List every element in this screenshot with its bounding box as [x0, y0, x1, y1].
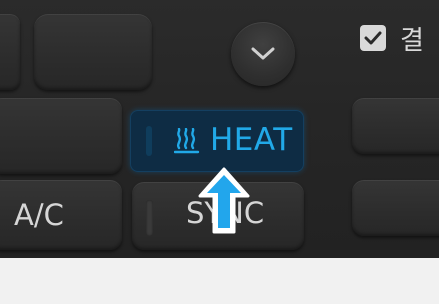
checkbox[interactable]	[360, 25, 386, 51]
heat-button-label: HEAT	[210, 122, 293, 158]
panel-key-middle-left[interactable]	[0, 98, 122, 174]
bottom-strip	[0, 258, 439, 304]
panel-key-top-left-edge[interactable]	[0, 14, 20, 90]
chevron-down-icon	[251, 47, 275, 60]
heat-indicator-led	[146, 126, 152, 156]
climate-control-panel: 결 HEAT A/C SYNC	[0, 0, 439, 258]
ac-button-label: A/C	[14, 198, 64, 232]
checkbox-option[interactable]: 결	[360, 22, 424, 56]
rear-defrost-heat-icon	[174, 128, 200, 154]
checkbox-label: 결	[400, 25, 424, 56]
sync-indicator-led	[146, 200, 153, 236]
heat-button[interactable]: HEAT	[130, 110, 304, 172]
panel-key-bottom-right[interactable]	[352, 180, 439, 236]
panel-key-middle-right[interactable]	[352, 98, 439, 154]
panel-key-top[interactable]	[34, 14, 152, 90]
check-icon	[364, 31, 382, 45]
dropdown-button[interactable]	[231, 22, 295, 86]
up-arrow-pointer-icon	[198, 167, 250, 234]
